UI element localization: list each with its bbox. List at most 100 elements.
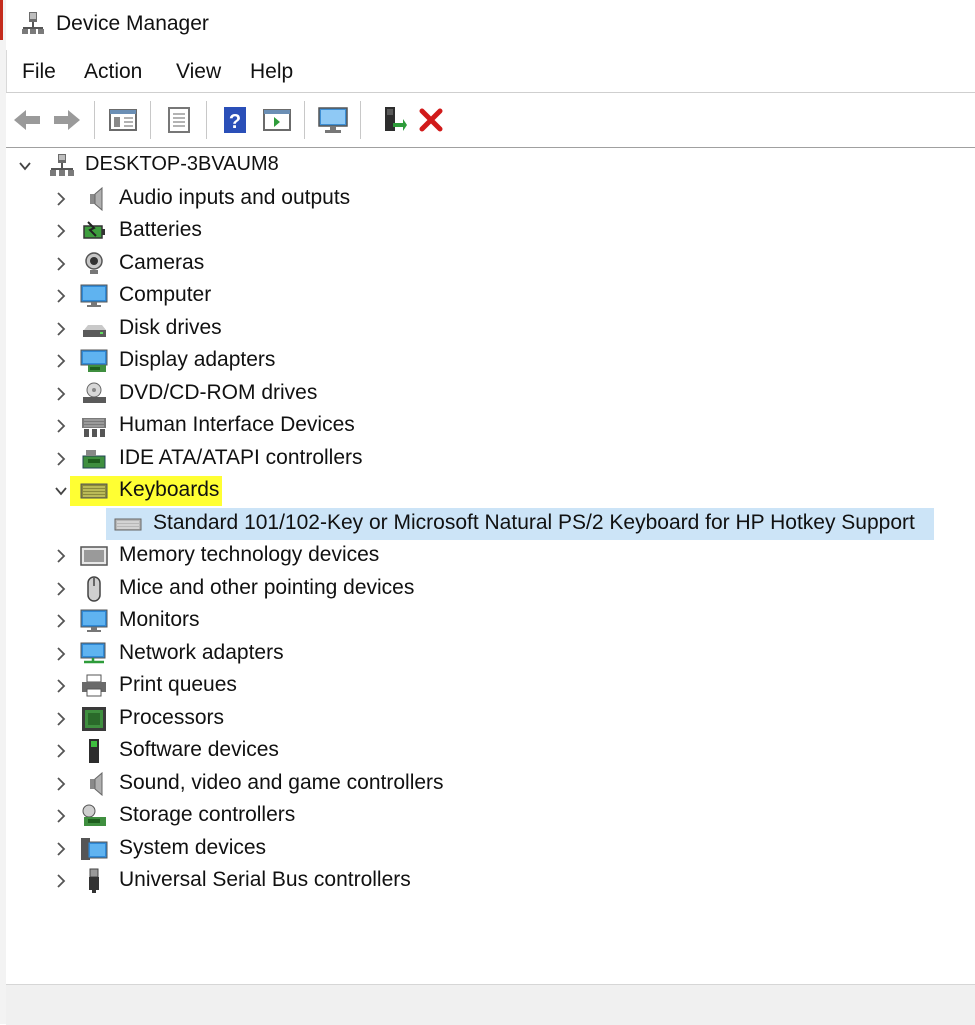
- chevron-right-icon[interactable]: [54, 548, 68, 564]
- tree-item-label: Audio inputs and outputs: [119, 186, 351, 209]
- tree-item-hid[interactable]: Human Interface Devices: [6, 410, 975, 442]
- chevron-right-icon[interactable]: [54, 776, 68, 792]
- device-label: Standard 101/102-Key or Microsoft Natura…: [153, 511, 915, 534]
- chevron-right-icon[interactable]: [54, 581, 68, 597]
- help-icon: ?: [224, 107, 246, 133]
- chevron-right-icon[interactable]: [54, 321, 68, 337]
- tree-item-print-queues[interactable]: Print queues: [6, 670, 975, 702]
- tree-root[interactable]: DESKTOP-3BVAUM8: [6, 150, 975, 182]
- tree-item-label: Print queues: [119, 673, 237, 696]
- chevron-right-icon[interactable]: [54, 711, 68, 727]
- tree-item-disk-drives[interactable]: Disk drives: [6, 313, 975, 345]
- tree-item-dvd-cd-rom[interactable]: DVD/CD-ROM drives: [6, 378, 975, 410]
- menu-help[interactable]: Help: [248, 60, 295, 84]
- tree-item-label: DVD/CD-ROM drives: [119, 381, 318, 404]
- tree-child-keyboard-device[interactable]: Standard 101/102-Key or Microsoft Natura…: [6, 508, 975, 540]
- tree-item-audio[interactable]: Audio inputs and outputs: [6, 183, 975, 215]
- chevron-right-icon[interactable]: [54, 386, 68, 402]
- monitor-icon: [80, 609, 108, 632]
- speaker-icon: [90, 186, 103, 212]
- chevron-right-icon[interactable]: [54, 808, 68, 824]
- tree-item-label: Mice and other pointing devices: [119, 576, 415, 599]
- tree-item-memory-technology[interactable]: Memory technology devices: [6, 540, 975, 572]
- tree-item-label: Cameras: [119, 251, 205, 274]
- menu-file[interactable]: File: [20, 60, 58, 84]
- edge-accent: [0, 0, 3, 40]
- battery-icon: [83, 221, 105, 239]
- printer-icon: [82, 674, 106, 697]
- tree-item-processors[interactable]: Processors: [6, 703, 975, 735]
- tree-item-label: System devices: [119, 836, 267, 859]
- tree-item-label: Batteries: [119, 218, 202, 241]
- disk-drive-icon: [83, 325, 106, 337]
- menu-view[interactable]: View: [174, 60, 223, 84]
- chevron-right-icon[interactable]: [54, 873, 68, 889]
- tree-item-display-adapters[interactable]: Display adapters: [6, 345, 975, 377]
- toolbar-separator: [360, 101, 361, 139]
- properties-icon: [168, 107, 190, 133]
- help-button[interactable]: ?: [218, 103, 252, 137]
- chevron-right-icon[interactable]: [54, 353, 68, 369]
- tree-item-label: Storage controllers: [119, 803, 296, 826]
- tree-item-storage-controllers[interactable]: Storage controllers: [6, 800, 975, 832]
- menu-action[interactable]: Action: [82, 60, 144, 84]
- tree-item-usb-controllers[interactable]: Universal Serial Bus controllers: [6, 865, 975, 897]
- root-label: DESKTOP-3BVAUM8: [85, 153, 279, 175]
- network-adapter-icon: [80, 642, 106, 664]
- chevron-down-icon[interactable]: [18, 158, 32, 174]
- tree-item-label: Keyboards: [119, 478, 220, 501]
- processor-icon: [82, 707, 106, 731]
- tree-item-label: Disk drives: [119, 316, 222, 339]
- chevron-right-icon[interactable]: [54, 256, 68, 272]
- tree-item-computer[interactable]: Computer: [6, 280, 975, 312]
- tree-item-monitors[interactable]: Monitors: [6, 605, 975, 637]
- forward-arrow-icon: [54, 110, 80, 130]
- tree-item-label: Network adapters: [119, 641, 284, 664]
- chevron-right-icon[interactable]: [54, 191, 68, 207]
- tree-item-cameras[interactable]: Cameras: [6, 248, 975, 280]
- tree-item-label: Human Interface Devices: [119, 413, 355, 436]
- update-driver-icon: [385, 107, 407, 131]
- keyboard-icon: [80, 483, 108, 499]
- tree-item-ide-ata[interactable]: IDE ATA/ATAPI controllers: [6, 443, 975, 475]
- tree-item-label: IDE ATA/ATAPI controllers: [119, 446, 363, 469]
- chevron-right-icon[interactable]: [54, 223, 68, 239]
- dvd-drive-icon: [83, 382, 106, 403]
- tree-item-keyboards[interactable]: Keyboards: [6, 475, 975, 507]
- chevron-right-icon[interactable]: [54, 418, 68, 434]
- chevron-right-icon[interactable]: [54, 288, 68, 304]
- chevron-right-icon[interactable]: [54, 646, 68, 662]
- chevron-right-icon[interactable]: [54, 678, 68, 694]
- tree-item-label: Processors: [119, 706, 225, 729]
- tree-item-label: Software devices: [119, 738, 279, 761]
- toolbar: ?: [6, 92, 975, 148]
- chevron-down-icon[interactable]: [54, 483, 68, 499]
- update-driver-button[interactable]: [376, 103, 410, 137]
- system-device-icon: [81, 838, 108, 860]
- tree-item-label: Computer: [119, 283, 212, 306]
- computer-tree-icon: [50, 154, 74, 176]
- show-hide-console-tree-button[interactable]: [106, 103, 140, 137]
- toolbar-separator: [94, 101, 95, 139]
- back-button[interactable]: [10, 103, 44, 137]
- toolbar-separator: [206, 101, 207, 139]
- uninstall-device-button[interactable]: [414, 103, 448, 137]
- keyboard-device-icon: [114, 518, 142, 531]
- chevron-right-icon[interactable]: [54, 451, 68, 467]
- tree-item-mice[interactable]: Mice and other pointing devices: [6, 573, 975, 605]
- chevron-right-icon[interactable]: [54, 613, 68, 629]
- tree-item-system-devices[interactable]: System devices: [6, 833, 975, 865]
- tree-item-software-devices[interactable]: Software devices: [6, 735, 975, 767]
- forward-button[interactable]: [50, 103, 84, 137]
- scan-hardware-button[interactable]: [316, 103, 350, 137]
- properties-button[interactable]: [162, 103, 196, 137]
- tree-item-sound-video-game[interactable]: Sound, video and game controllers: [6, 768, 975, 800]
- title-bar: Device Manager: [6, 0, 975, 50]
- status-bar: [6, 984, 975, 1025]
- device-manager-icon: [22, 12, 44, 34]
- action-pane-button[interactable]: [260, 103, 294, 137]
- chevron-right-icon[interactable]: [54, 841, 68, 857]
- tree-item-batteries[interactable]: Batteries: [6, 215, 975, 247]
- tree-item-network-adapters[interactable]: Network adapters: [6, 638, 975, 670]
- chevron-right-icon[interactable]: [54, 743, 68, 759]
